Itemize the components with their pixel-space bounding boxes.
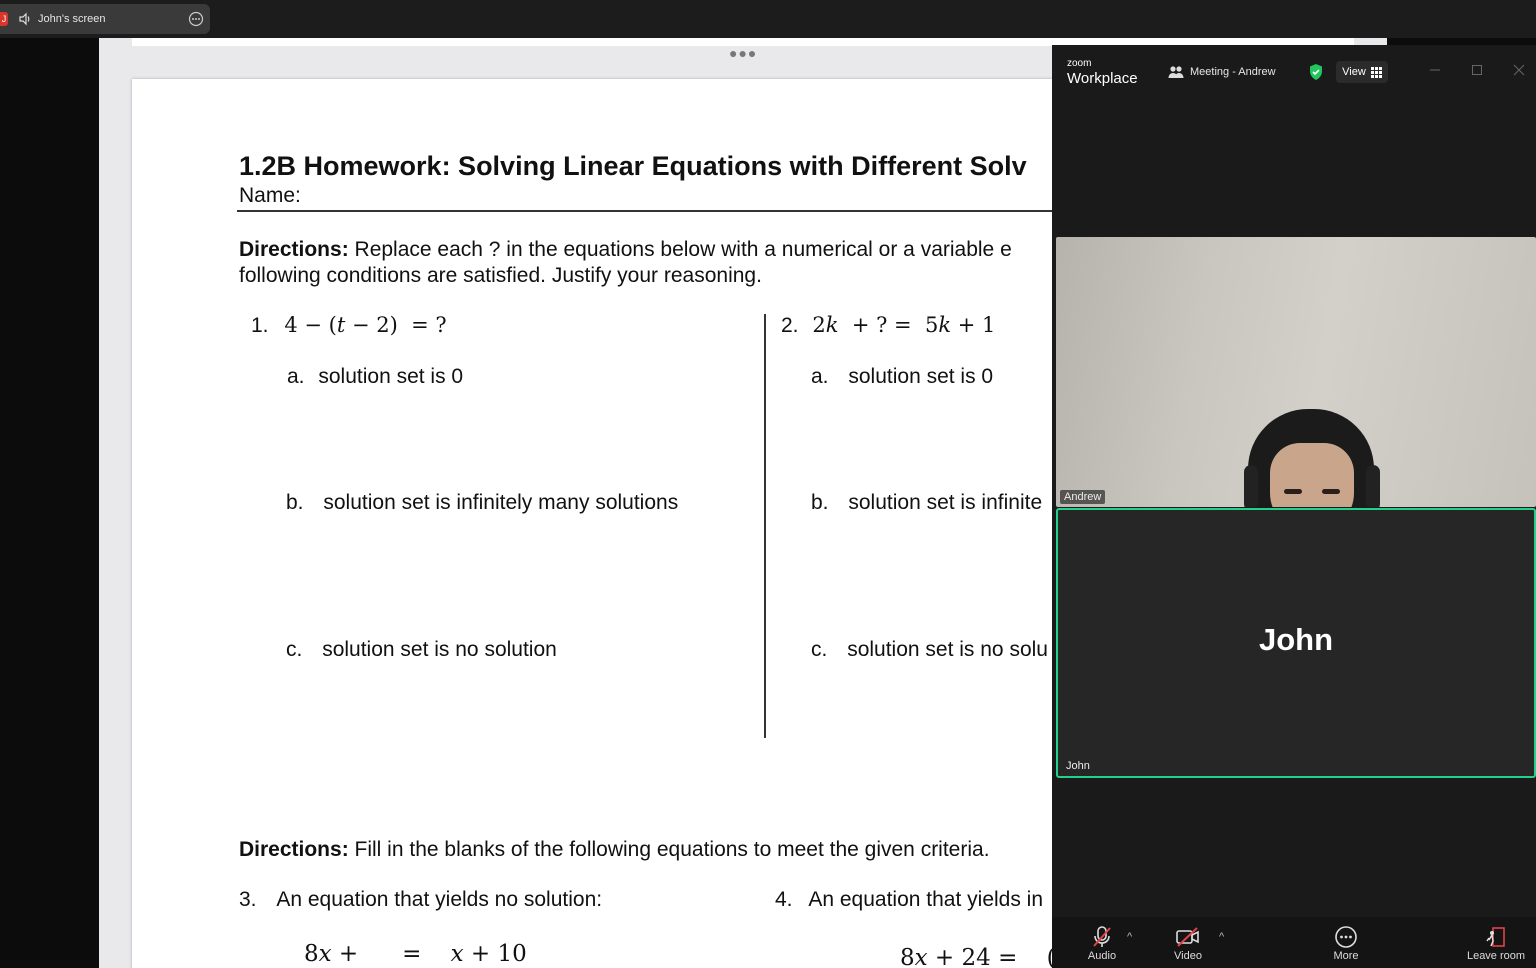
meeting-toolbar: Audio ^ Video ^ More Leave room <box>1052 917 1536 968</box>
speaker-icon <box>19 12 30 26</box>
drag-handle-icon[interactable]: ●●● <box>729 45 757 61</box>
zoom-window: zoom Workplace Meeting - Andrew View And… <box>1052 45 1536 968</box>
audio-options-caret-icon[interactable]: ^ <box>1127 931 1132 943</box>
participant-face <box>1270 443 1354 507</box>
problem-1a-letter: a. <box>287 365 305 388</box>
encryption-shield-icon[interactable] <box>1308 63 1324 81</box>
directions-1-line2: following conditions are satisfied. Just… <box>239 264 762 287</box>
video-tile-john[interactable]: John John <box>1056 508 1536 778</box>
problem-4-number: 4. <box>775 888 793 911</box>
problem-4: 4. An equation that yields in <box>775 888 1043 912</box>
more-label: More <box>1333 950 1359 962</box>
problem-2c: c. solution set is no solu <box>811 638 1048 662</box>
audio-button[interactable]: Audio <box>1072 925 1132 962</box>
problem-1-math: 4 − (t − 2) = ? <box>284 313 447 337</box>
participant-label-andrew: Andrew <box>1060 490 1106 504</box>
zoom-logo-small: zoom <box>1067 58 1092 69</box>
problem-1b-letter: b. <box>286 491 304 514</box>
view-label: View <box>1342 66 1366 78</box>
problem-1a: a. solution set is 0 <box>287 365 463 389</box>
maximize-icon[interactable] <box>1470 63 1484 77</box>
problem-3-equation: 8x + = x + 10 <box>304 941 527 967</box>
leave-label: Leave room <box>1466 950 1526 962</box>
leave-door-icon <box>1486 927 1505 947</box>
problem-2a-text: solution set is 0 <box>848 365 994 388</box>
problem-4-text: An equation that yields in <box>808 888 1044 911</box>
mic-muted-icon <box>1093 926 1111 947</box>
screen-share-tab[interactable]: J John's screen <box>0 4 210 34</box>
eye <box>1284 489 1302 494</box>
audio-label: Audio <box>1087 950 1117 962</box>
leave-room-button[interactable]: Leave room <box>1464 925 1528 962</box>
problem-1c-letter: c. <box>286 638 303 661</box>
problem-2c-text: solution set is no solu <box>847 638 1048 661</box>
problem-1c-text: solution set is no solution <box>322 638 557 661</box>
problem-1b-text: solution set is infinitely many solution… <box>323 491 679 514</box>
problem-3-number: 3. <box>239 888 257 911</box>
video-button[interactable]: Video <box>1158 925 1218 962</box>
problem-2-math: 2k + ? = 5k + 1 <box>812 313 996 337</box>
participants-icon <box>1168 66 1184 78</box>
video-options-caret-icon[interactable]: ^ <box>1219 931 1224 943</box>
more-icon <box>1335 926 1357 948</box>
view-button[interactable]: View <box>1336 61 1388 83</box>
directions-2: Directions: Fill in the blanks of the fo… <box>239 837 990 863</box>
problem-2-number: 2. <box>781 314 799 337</box>
problem-2c-letter: c. <box>811 638 828 661</box>
problem-2b: b. solution set is infinite <box>811 491 1042 515</box>
directions-1: Directions: Replace each ? in the equati… <box>239 237 1012 263</box>
headphone <box>1244 465 1258 507</box>
problem-2b-letter: b. <box>811 491 829 514</box>
more-button[interactable]: More <box>1316 925 1376 962</box>
problem-2a-letter: a. <box>811 365 829 388</box>
eye <box>1322 489 1340 494</box>
camera-off-icon <box>1176 927 1199 947</box>
problem-3: 3. An equation that yields no solution: <box>239 888 602 912</box>
zoom-header: zoom Workplace Meeting - Andrew View <box>1052 45 1536 95</box>
problem-2a: a. solution set is 0 <box>811 365 993 389</box>
directions-2-label: Directions: <box>239 838 349 861</box>
meeting-info[interactable]: Meeting - Andrew <box>1168 65 1276 79</box>
video-label: Video <box>1174 950 1202 962</box>
directions-1-label: Directions: <box>239 238 349 261</box>
meeting-label: Meeting - Andrew <box>1190 66 1276 78</box>
problem-3-text: An equation that yields no solution: <box>276 888 603 911</box>
grid-icon <box>1370 66 1382 78</box>
participant-display-name: John <box>1258 622 1334 657</box>
minimize-icon[interactable] <box>1428 63 1442 77</box>
problem-1a-text: solution set is 0 <box>318 365 464 388</box>
zoom-logo: Workplace <box>1067 70 1138 87</box>
participant-label-john: John <box>1066 760 1090 772</box>
column-divider <box>764 314 766 738</box>
homework-title: 1.2B Homework: Solving Linear Equations … <box>239 151 1027 181</box>
screen: J John's screen ●●● 1.2B Homework: Solvi… <box>0 0 1536 968</box>
screen-share-bar: J John's screen <box>0 0 1536 38</box>
problem-1b: b. solution set is infinitely many solut… <box>286 491 678 515</box>
user-badge: J <box>0 12 8 26</box>
directions-1-text: Replace each ? in the equations below wi… <box>348 238 1012 261</box>
problem-1-number: 1. <box>251 314 269 337</box>
problem-1-equation: 1. 4 − (t − 2) = ? <box>251 313 447 338</box>
more-options-icon[interactable] <box>188 11 204 27</box>
name-label: Name: <box>239 184 301 207</box>
problem-2-equation: 2. 2k + ? = 5k + 1 <box>781 313 995 338</box>
video-tile-andrew[interactable]: Andrew <box>1056 237 1536 507</box>
share-title: John's screen <box>38 13 106 25</box>
title-rule <box>237 210 1137 212</box>
close-icon[interactable] <box>1512 63 1526 77</box>
directions-2-text: Fill in the blanks of the following equa… <box>348 838 990 861</box>
problem-1c: c. solution set is no solution <box>286 638 557 662</box>
headphone <box>1366 465 1380 507</box>
problem-4-equation: 8x + 24 = ( <box>900 945 1056 968</box>
problem-2b-text: solution set is infinite <box>848 491 1043 514</box>
